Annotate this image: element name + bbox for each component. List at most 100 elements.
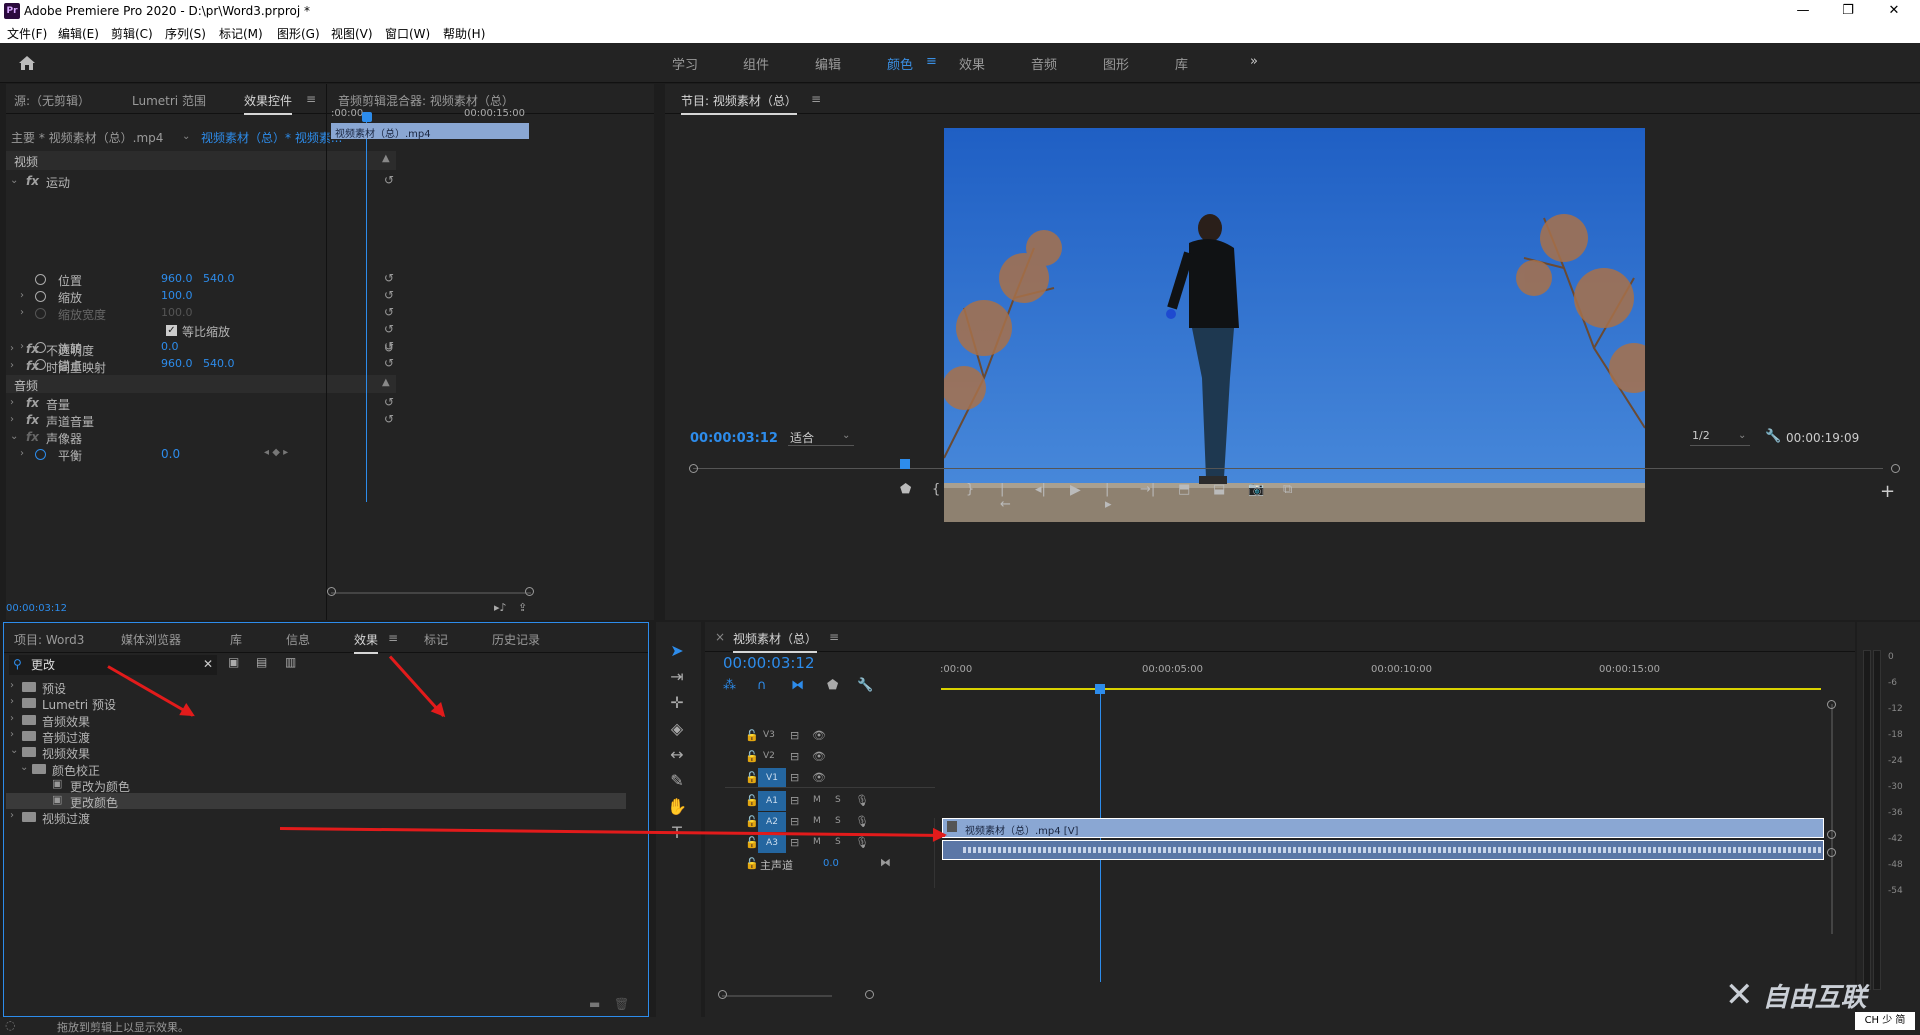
fx-icon[interactable]: fx [26,342,39,356]
play-icon[interactable]: ▶ [1070,482,1081,498]
program-menu-icon[interactable]: ≡ [811,92,821,106]
workspace-assembly[interactable]: 组件 [743,54,769,73]
workspace-editing[interactable]: 编辑 [815,54,841,73]
linked-selection-icon[interactable]: ⧓ [791,678,804,693]
tab-effect-controls[interactable]: 效果控件 [244,92,293,115]
checkbox[interactable]: ✓ [166,325,177,336]
solo-button[interactable]: S [835,816,841,826]
mute-button[interactable]: M [813,795,821,805]
accelerated-effects-icon[interactable]: ▣ [228,655,239,669]
fx-icon[interactable]: fx [26,396,39,410]
solo-button[interactable]: S [835,795,841,805]
timeline-settings-icon[interactable]: 🔧 [857,678,873,693]
home-icon[interactable] [18,55,36,71]
sequence-clip-label[interactable]: 视频素材（总）* 视频素... [201,129,342,146]
track-select-tool-icon[interactable]: ⇥ [664,664,690,690]
selection-tool-icon[interactable]: ➤ [664,638,690,664]
zoom-scrollbar[interactable] [331,592,531,594]
effects-tree-item[interactable]: › 预设 [6,679,626,696]
fx-icon[interactable]: fx [26,430,39,444]
workspace-libraries[interactable]: 库 [1175,54,1188,73]
menu-edit[interactable]: 编辑(E) [58,25,99,42]
eye-icon[interactable]: 👁 [812,750,826,763]
mute-button[interactable]: M [813,816,821,826]
add-button-icon[interactable]: + [1880,481,1895,502]
stopwatch-icon[interactable] [35,274,46,285]
tab-effects[interactable]: 效果 [354,631,379,654]
yuv-effects-icon[interactable]: ▥ [285,655,296,669]
sync-lock-icon[interactable]: ⊟ [790,771,799,784]
go-to-end-icon[interactable]: ⧓ [880,856,891,869]
go-to-in-icon[interactable]: |← [1000,482,1011,512]
time-ruler[interactable]: :00:00 00:00:05:00 00:00:10:00 00:00:15:… [940,656,1841,690]
delete-icon[interactable]: 🗑 [614,997,629,1011]
chevron-right-icon[interactable]: › [10,360,14,371]
chevron-right-icon[interactable]: › [10,343,14,354]
workspace-graphics[interactable]: 图形 [1103,54,1129,73]
fx-icon[interactable]: fx [26,413,39,427]
track-label[interactable]: V2 [763,751,775,761]
sequence-menu-icon[interactable]: ≡ [829,630,839,644]
timeline-zoom-bar[interactable] [722,995,832,997]
tab-lumetri-scopes[interactable]: Lumetri 范围 [132,92,206,109]
fit-dropdown[interactable]: 适合 ⌄ [788,428,854,446]
tab-markers[interactable]: 标记 [424,631,448,648]
effects-tree-item[interactable]: › 音频过渡 [6,728,626,745]
compare-view-icon[interactable]: ⧉ [1283,482,1292,497]
camera-icon[interactable]: 📷 [1248,482,1264,497]
nest-icon[interactable]: ⁂ [723,678,736,693]
lock-icon[interactable]: 🔓 [745,729,759,742]
minimize-button[interactable]: — [1783,0,1823,22]
lock-icon[interactable]: 🔓 [745,815,759,828]
stopwatch-icon[interactable] [35,308,46,319]
tab-menu-icon[interactable]: ≡ [306,92,316,106]
step-forward-icon[interactable]: |▸ [1105,482,1112,512]
workspace-color[interactable]: 颜色 [887,54,913,73]
program-scrub-bar[interactable] [693,468,1883,469]
sync-lock-icon[interactable]: ⊟ [790,794,799,807]
timeline-zoom-left[interactable] [718,990,727,999]
chevron-right-icon[interactable]: › [10,414,14,425]
close-button[interactable]: ✕ [1874,0,1914,22]
mini-clip-bar[interactable]: 视频素材（总）.mp4 [331,123,529,140]
chevron-down-icon[interactable]: ⌄ [10,431,18,442]
keyframe-nav-icon[interactable]: ◂ ◆ ▸ [264,447,288,458]
clear-search-icon[interactable]: ✕ [203,657,213,671]
wrench-icon[interactable]: 🔧 [1765,429,1781,444]
hand-tool-icon[interactable]: ✋ [664,794,690,820]
tab-history[interactable]: 历史记录 [492,631,540,648]
property-value-1[interactable]: 100.0 [161,289,193,302]
microphone-icon[interactable]: 🎙 [855,815,869,828]
more-workspaces-button[interactable]: » [1250,54,1258,69]
master-volume-value[interactable]: 0.0 [823,858,839,869]
marker-icon[interactable]: ⬟ [900,482,911,497]
effects-tree-item[interactable]: › 音频效果 [6,712,626,729]
timeline-vscroll[interactable] [1831,704,1833,934]
chevron-right-icon[interactable]: › [10,680,14,691]
razor-tool-icon[interactable]: ◈ [664,716,690,742]
balance-value[interactable]: 0.0 [161,447,180,461]
menu-marker[interactable]: 标记(M) [219,25,263,42]
menu-help[interactable]: 帮助(H) [443,25,485,42]
extract-icon[interactable]: ⬓ [1213,482,1225,497]
tab-info[interactable]: 信息 [286,631,310,648]
restore-button[interactable]: ❐ [1828,0,1868,22]
pen-tool-icon[interactable]: ✎ [664,768,690,794]
chevron-down-icon[interactable]: ⌄ [182,131,190,142]
chevron-right-icon[interactable]: › [10,397,14,408]
workspace-effects[interactable]: 效果 [959,54,985,73]
track-label[interactable]: V3 [763,730,775,740]
effects-search-box[interactable]: ⚲ ✕ [9,655,217,675]
lift-icon[interactable]: ⬒ [1178,482,1190,497]
mark-in-icon[interactable]: { [932,482,940,497]
fx-icon[interactable]: fx [26,174,39,188]
vscroll-handle-mid[interactable] [1827,830,1836,839]
program-zoom-left[interactable] [689,464,698,473]
menu-clip[interactable]: 剪辑(C) [111,25,153,42]
sequence-tab[interactable]: 视频素材（总） [733,630,818,653]
audio-clip[interactable] [942,840,1824,860]
track-label[interactable]: A2 [758,812,786,832]
track-label[interactable]: A3 [758,833,786,853]
scroll-handle-right[interactable] [525,587,534,596]
effects-tree-item[interactable]: › Lumetri 预设 [6,695,626,712]
